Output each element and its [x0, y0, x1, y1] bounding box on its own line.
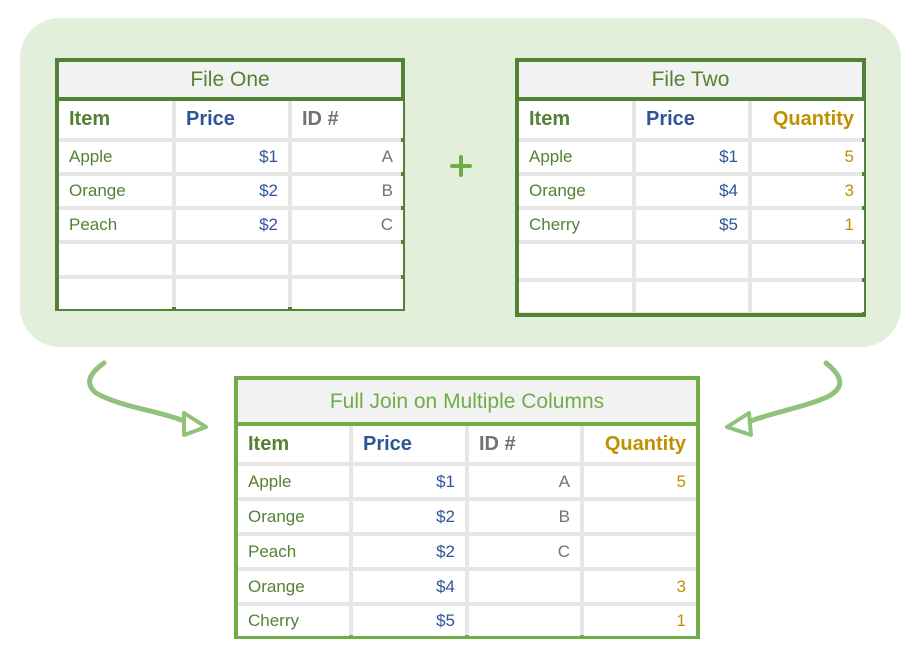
cell-item — [59, 244, 172, 275]
cell-quantity — [752, 244, 864, 278]
cell-id: C — [469, 536, 580, 567]
header-item: Item — [59, 101, 172, 138]
cell-quantity: 5 — [752, 142, 864, 172]
cell-price — [636, 244, 748, 278]
cell-item — [59, 279, 172, 309]
cell-item: Orange — [238, 501, 349, 532]
cell-price: $2 — [353, 501, 465, 532]
cell-item: Apple — [238, 466, 349, 497]
cell-quantity: 5 — [584, 466, 696, 497]
header-price: Price — [353, 426, 465, 462]
cell-price: $2 — [176, 210, 288, 240]
cell-item: Apple — [59, 142, 172, 172]
header-id: ID # — [292, 101, 403, 138]
cell-item: Orange — [59, 176, 172, 206]
header-quantity: Quantity — [584, 426, 696, 462]
cell-id — [292, 279, 403, 309]
cell-price: $1 — [176, 142, 288, 172]
cell-quantity — [584, 501, 696, 532]
cell-item — [519, 282, 632, 312]
file-one-table: File One Item Price ID # Apple $1 A Oran… — [55, 58, 405, 311]
cell-price — [176, 244, 288, 275]
file-two-table: File Two Item Price Quantity Apple $1 5 … — [515, 58, 866, 317]
cell-item: Cherry — [519, 210, 632, 240]
cell-id: A — [469, 466, 580, 497]
cell-price: $1 — [636, 142, 748, 172]
cell-id: B — [292, 176, 403, 206]
cell-id: C — [292, 210, 403, 240]
result-table: Full Join on Multiple Columns Item Price… — [234, 376, 700, 639]
cell-item: Apple — [519, 142, 632, 172]
result-title: Full Join on Multiple Columns — [238, 380, 696, 426]
cell-quantity: 1 — [752, 210, 864, 240]
cell-price: $5 — [353, 606, 465, 636]
cell-item: Cherry — [238, 606, 349, 636]
cell-price: $4 — [353, 571, 465, 602]
cell-price: $2 — [353, 536, 465, 567]
cell-id — [292, 244, 403, 275]
cell-price: $2 — [176, 176, 288, 206]
header-price: Price — [176, 101, 288, 138]
header-quantity: Quantity — [752, 101, 864, 138]
cell-quantity — [584, 536, 696, 567]
plus-icon — [450, 155, 472, 177]
file-one-title: File One — [59, 62, 401, 101]
cell-price: $5 — [636, 210, 748, 240]
cell-item: Peach — [238, 536, 349, 567]
cell-id: A — [292, 142, 403, 172]
cell-id — [469, 571, 580, 602]
arrow-left-icon — [87, 360, 208, 437]
cell-id — [469, 606, 580, 636]
cell-quantity — [752, 282, 864, 312]
cell-price — [176, 279, 288, 309]
cell-quantity: 3 — [752, 176, 864, 206]
header-id: ID # — [469, 426, 580, 462]
cell-price: $1 — [353, 466, 465, 497]
cell-price — [636, 282, 748, 312]
header-item: Item — [238, 426, 349, 462]
cell-price: $4 — [636, 176, 748, 206]
cell-item — [519, 244, 632, 278]
cell-quantity: 1 — [584, 606, 696, 636]
cell-item: Orange — [238, 571, 349, 602]
cell-id: B — [469, 501, 580, 532]
header-item: Item — [519, 101, 632, 138]
header-price: Price — [636, 101, 748, 138]
cell-item: Orange — [519, 176, 632, 206]
cell-quantity: 3 — [584, 571, 696, 602]
file-two-title: File Two — [519, 62, 862, 101]
cell-item: Peach — [59, 210, 172, 240]
arrow-right-icon — [725, 360, 843, 437]
